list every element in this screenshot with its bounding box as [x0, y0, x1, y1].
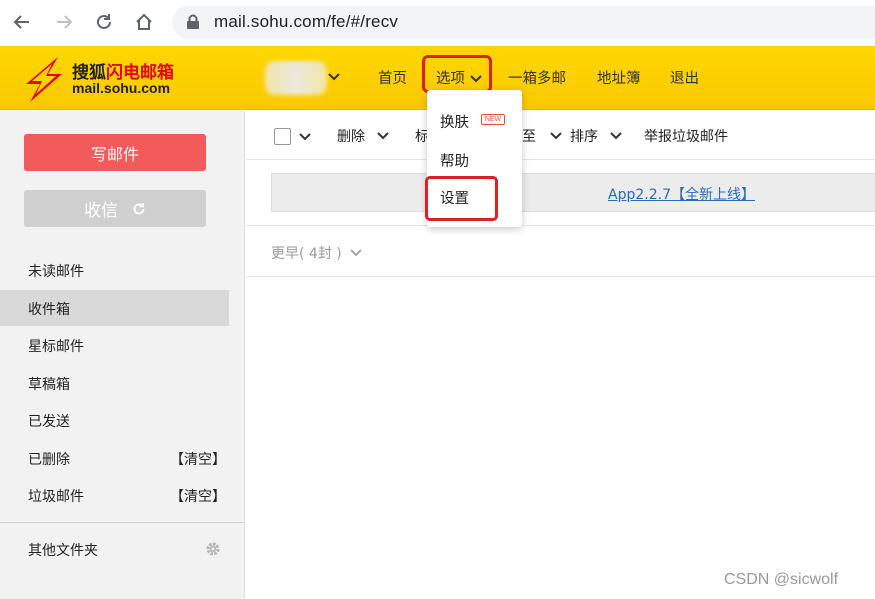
sidebar-item-unread[interactable]: 未读邮件: [0, 252, 229, 288]
watermark: CSDN @sicwolf: [724, 571, 839, 588]
back-icon: [13, 15, 29, 29]
forward-icon: [57, 15, 73, 29]
app-promo-link[interactable]: App2.2.7【全新上线】: [608, 184, 755, 204]
home-icon: [136, 13, 152, 30]
reload-icon: [97, 14, 111, 29]
refresh-icon: [133, 202, 145, 214]
nav-multi-account[interactable]: 一箱多邮: [508, 67, 566, 88]
sohu-logo[interactable]: 搜狐闪电邮箱 mail.sohu.com: [16, 52, 196, 104]
nav-address-book[interactable]: 地址簿: [597, 67, 641, 88]
sidebar-item-sent[interactable]: 已发送: [0, 402, 229, 438]
other-folders[interactable]: 其他文件夹: [28, 540, 98, 560]
nav-home[interactable]: 首页: [378, 67, 407, 88]
browser-toolbar: mail.sohu.com/fe/#/recv: [0, 0, 875, 46]
back-button[interactable]: [8, 8, 36, 36]
chevron-down-icon[interactable]: [299, 132, 311, 142]
list-divider: [246, 225, 875, 226]
gear-icon[interactable]: [205, 541, 221, 557]
fox-logo-icon: [26, 57, 62, 102]
chevron-down-icon: [550, 132, 563, 140]
chevron-down-icon: [377, 132, 390, 140]
report-spam-button[interactable]: 举报垃圾邮件: [644, 126, 728, 146]
user-account-blurred[interactable]: [265, 61, 327, 95]
menu-item-skin[interactable]: 换肤: [440, 111, 469, 132]
nav-logout[interactable]: 退出: [670, 67, 699, 88]
new-badge: NEW: [481, 114, 505, 125]
options-dropdown: 换肤 NEW 帮助 设置: [425, 90, 522, 227]
sidebar: 写邮件 收信 未读邮件 收件箱 星标邮件 草稿箱 已发送 已删除 【清空】 垃圾…: [0, 111, 245, 599]
options-highlight-box: [422, 55, 492, 93]
sidebar-item-spam[interactable]: 垃圾邮件 【清空】: [0, 477, 229, 513]
home-button[interactable]: [130, 8, 158, 36]
address-bar[interactable]: mail.sohu.com/fe/#/recv: [172, 6, 875, 39]
sidebar-divider: [0, 522, 245, 523]
reload-button[interactable]: [90, 8, 118, 36]
sidebar-item-label: 草稿箱: [28, 377, 70, 393]
chevron-down-icon[interactable]: [328, 72, 340, 82]
chevron-down-icon: [350, 249, 362, 257]
sidebar-item-label: 收件箱: [28, 302, 70, 318]
delete-label: 删除: [337, 129, 365, 145]
settings-highlight-box: [425, 176, 498, 221]
mail-toolbar: 删除 标 至 排序 举报垃圾邮件: [246, 111, 875, 160]
sidebar-item-deleted[interactable]: 已删除 【清空】: [0, 440, 229, 476]
sidebar-item-label: 星标邮件: [28, 339, 84, 355]
promo-banner: App2.2.7【全新上线】: [271, 173, 875, 212]
move-label: 至: [522, 129, 536, 145]
sort-button[interactable]: 排序: [570, 126, 623, 146]
url-text: mail.sohu.com/fe/#/recv: [214, 12, 399, 31]
select-all-checkbox[interactable]: [274, 128, 291, 145]
empty-spam-link[interactable]: 【清空】: [170, 486, 226, 506]
receive-label: 收信: [84, 201, 118, 221]
delete-button[interactable]: 删除: [337, 126, 390, 146]
compose-button[interactable]: 写邮件: [24, 134, 206, 171]
logo-url: mail.sohu.com: [72, 80, 171, 96]
sidebar-item-starred[interactable]: 星标邮件: [0, 327, 229, 363]
forward-button[interactable]: [50, 8, 78, 36]
sidebar-item-label: 未读邮件: [28, 264, 84, 280]
sidebar-item-label: 已删除: [28, 452, 70, 468]
earlier-group-label: 更早( 4封 ): [271, 246, 342, 262]
sidebar-item-drafts[interactable]: 草稿箱: [0, 365, 229, 401]
receive-button[interactable]: 收信: [24, 190, 206, 227]
empty-deleted-link[interactable]: 【清空】: [170, 449, 226, 469]
sort-label: 排序: [570, 129, 598, 145]
sidebar-item-label: 已发送: [28, 414, 70, 430]
sidebar-item-inbox[interactable]: 收件箱: [0, 290, 229, 326]
list-divider: [246, 276, 875, 277]
lock-icon: [187, 14, 199, 29]
chevron-down-icon: [610, 132, 623, 140]
earlier-group-toggle[interactable]: 更早( 4封 ): [271, 243, 362, 263]
menu-item-help[interactable]: 帮助: [440, 150, 469, 171]
move-button[interactable]: 至: [522, 126, 563, 146]
sidebar-item-label: 垃圾邮件: [28, 489, 84, 505]
